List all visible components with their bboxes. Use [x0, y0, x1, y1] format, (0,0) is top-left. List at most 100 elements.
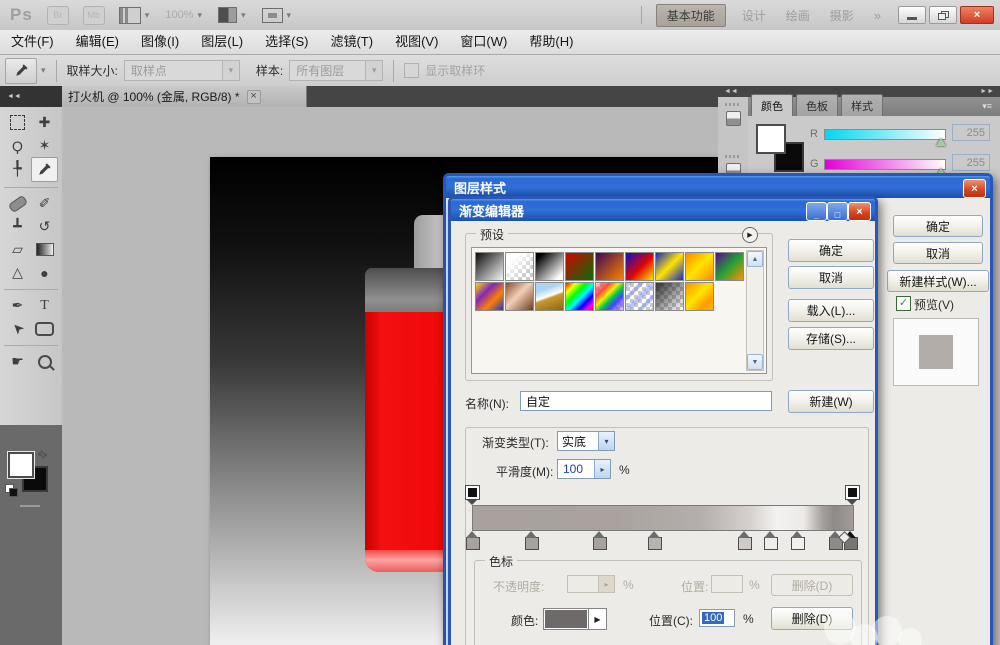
hand-tool[interactable]: ☛: [4, 350, 31, 373]
workspace-button[interactable]: 摄影: [830, 7, 854, 24]
drag-grip[interactable]: [725, 103, 741, 106]
gradient-preset-spectrum[interactable]: [565, 282, 594, 311]
close-icon[interactable]: ×: [848, 202, 871, 221]
minibridge-icon[interactable]: Mb: [83, 6, 105, 25]
color-flyout-icon[interactable]: ▶: [588, 608, 607, 630]
menu-item-4[interactable]: 选择(S): [254, 30, 319, 54]
green-value-field[interactable]: 255: [952, 154, 990, 171]
expand-panels-icon[interactable]: ►►: [980, 88, 994, 95]
red-slider-handle[interactable]: [936, 138, 946, 146]
gradient-preset-chrome[interactable]: [535, 282, 564, 311]
gradient-preset-copper[interactable]: [505, 282, 534, 311]
eyedropper-tool[interactable]: [31, 157, 58, 182]
tab-color[interactable]: 颜色: [751, 94, 793, 116]
scroll-down-icon[interactable]: ▼: [747, 354, 763, 370]
clone-stamp-tool[interactable]: ┻: [4, 215, 31, 238]
gradient-preset-transparent-rainbow[interactable]: [595, 282, 624, 311]
color-stop[interactable]: [791, 537, 805, 550]
document-tab[interactable]: 打火机 @ 100% (金属, RGB/8) * ×: [62, 86, 307, 107]
gradient-preset-foreground-to-transparent[interactable]: [505, 252, 534, 281]
menu-item-0[interactable]: 文件(F): [0, 30, 65, 54]
color-stop[interactable]: [525, 537, 539, 550]
ok-button[interactable]: 确定: [788, 239, 874, 262]
new-button[interactable]: 新建(W): [788, 390, 874, 413]
gradient-preset-blue-yellow-blue[interactable]: [655, 252, 684, 281]
color-stop[interactable]: [738, 537, 752, 550]
menu-item-5[interactable]: 滤镜(T): [319, 30, 384, 54]
presets-menu-icon[interactable]: ▶: [742, 227, 758, 243]
workspace-button[interactable]: 设计: [742, 7, 766, 24]
presets-scrollbar[interactable]: ▲ ▼: [746, 250, 764, 371]
ok-button[interactable]: 确定: [893, 215, 983, 237]
menu-item-8[interactable]: 帮助(H): [518, 30, 584, 54]
gradient-preset-orange-yellow-orange[interactable]: [685, 252, 714, 281]
history-brush-tool[interactable]: ↺: [31, 215, 58, 238]
scroll-up-icon[interactable]: ▲: [747, 251, 763, 267]
tab-styles[interactable]: 样式: [841, 94, 883, 116]
gradient-tool[interactable]: [31, 238, 58, 261]
shape-tool[interactable]: [31, 317, 58, 340]
stop-color-swatch[interactable]: [543, 608, 589, 630]
minimize-button[interactable]: [898, 6, 926, 24]
show-sampling-ring-checkbox[interactable]: [404, 63, 419, 78]
workspace-button[interactable]: 绘画: [786, 7, 810, 24]
cancel-button[interactable]: 取消: [788, 266, 874, 289]
position-c-input[interactable]: 100: [699, 609, 735, 627]
drag-grip[interactable]: [725, 155, 741, 158]
minimize-icon[interactable]: _: [806, 202, 827, 221]
zoom-tool[interactable]: [31, 350, 58, 373]
gradient-preset-custom-orange-yellow[interactable]: [685, 282, 714, 311]
launch-bridge-button[interactable]: ▾: [119, 7, 150, 24]
save-button[interactable]: 存储(S)...: [788, 327, 874, 350]
name-input[interactable]: 自定: [520, 391, 772, 411]
close-icon[interactable]: ×: [963, 179, 986, 198]
layer-style-title-bar[interactable]: 图层样式 ×: [446, 176, 990, 198]
pen-tool[interactable]: ✒: [4, 294, 31, 317]
collapse-panels-icon[interactable]: ◄◄: [724, 88, 738, 95]
sample-size-dropdown[interactable]: 取样点 ▾: [124, 60, 240, 81]
screen-mode-button[interactable]: ▾: [262, 8, 292, 23]
workspace-button[interactable]: 基本功能: [656, 4, 726, 27]
color-stop[interactable]: [764, 537, 778, 550]
workspace-overflow-button[interactable]: »: [874, 8, 881, 23]
blur-tool[interactable]: △: [4, 261, 31, 284]
opacity-stop[interactable]: [845, 485, 860, 500]
color-stop[interactable]: [648, 537, 662, 550]
maximize-icon[interactable]: □: [827, 202, 848, 221]
rectangular-marquee-tool[interactable]: [4, 111, 31, 134]
chevron-down-icon[interactable]: ▾: [41, 65, 46, 76]
gradient-preset-blue-red-yellow[interactable]: [625, 252, 654, 281]
load-button[interactable]: 载入(L)...: [788, 299, 874, 322]
arrange-documents-button[interactable]: ▾: [218, 7, 246, 23]
red-slider-track[interactable]: [824, 129, 946, 140]
brush-tool[interactable]: ✐: [31, 192, 58, 215]
foreground-color-swatch[interactable]: [8, 452, 34, 478]
gradient-preset-foreground-to-background[interactable]: [475, 252, 504, 281]
gradient-preset-neutral-density[interactable]: [655, 282, 684, 311]
path-selection-tool[interactable]: ➤: [4, 317, 31, 340]
close-button[interactable]: ×: [960, 6, 994, 24]
menu-item-3[interactable]: 图层(L): [190, 30, 254, 54]
gradient-preset-violet-green-orange[interactable]: [715, 252, 744, 281]
tab-swatches[interactable]: 色板: [796, 94, 838, 116]
menu-item-2[interactable]: 图像(I): [130, 30, 190, 54]
close-tab-icon[interactable]: ×: [247, 90, 261, 104]
healing-brush-tool[interactable]: [4, 192, 31, 215]
gradient-preset-black-white[interactable]: [535, 252, 564, 281]
gradient-preset-transparent-stripes[interactable]: [625, 282, 654, 311]
color-stop[interactable]: [593, 537, 607, 550]
preview-checkbox[interactable]: ✓: [896, 296, 911, 311]
swap-colors-icon[interactable]: ⇄: [35, 447, 51, 463]
foreground-color-swatch[interactable]: [756, 124, 786, 154]
gradient-preview-bar[interactable]: [472, 505, 854, 531]
bridge-icon[interactable]: Br: [47, 6, 69, 25]
gradient-editor-title-bar[interactable]: 渐变编辑器 _ □ ×: [451, 199, 875, 221]
eraser-tool[interactable]: ▱: [4, 238, 31, 261]
gradient-preset-yellow-violet-orange-blue[interactable]: [475, 282, 504, 311]
cancel-button[interactable]: 取消: [893, 242, 983, 264]
magic-wand-tool[interactable]: ✶: [31, 134, 58, 157]
move-tool[interactable]: ✚: [31, 111, 58, 134]
gradient-type-dropdown[interactable]: 实底 ▾: [557, 431, 615, 451]
zoom-level-control[interactable]: 100%▾: [165, 9, 202, 21]
lasso-tool[interactable]: Ϙ: [4, 134, 31, 157]
